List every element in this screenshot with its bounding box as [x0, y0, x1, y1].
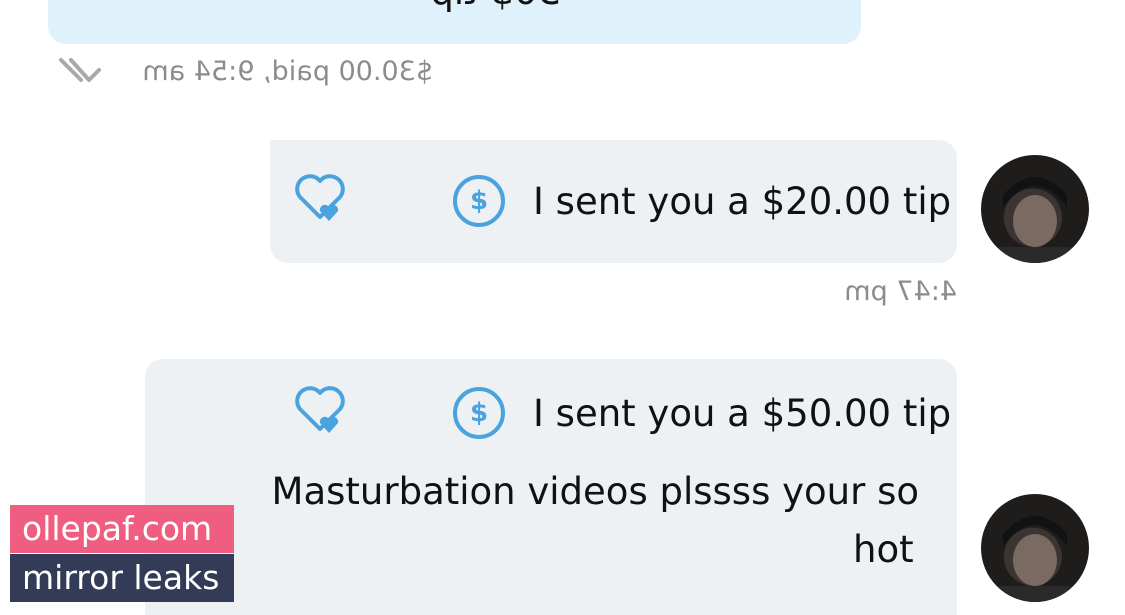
message-bubble-outgoing[interactable]: 50$ tip [48, 0, 861, 44]
dollar-icon: $ [453, 387, 505, 439]
watermark-label: ollepaf.com [10, 505, 234, 553]
tip-text: I sent you a $20.00 tip [533, 179, 952, 223]
message-text-line-2: hot [853, 528, 914, 571]
tip-row: $ I sent you a $20.00 tip [453, 175, 951, 227]
tip-row: $ I sent you a $50.00 tip [453, 387, 951, 439]
heart-icon[interactable] [292, 171, 348, 225]
tip-text: I sent you a $50.00 tip [533, 391, 952, 435]
chat-view: 50$ tip $30.00 paid, 9:54 am $ I sent yo… [0, 0, 1125, 615]
double-check-icon [59, 58, 101, 82]
message-text: 50$ tip [430, 0, 561, 13]
watermark-label: mirror leaks [10, 554, 234, 602]
heart-icon[interactable] [292, 383, 348, 437]
message-meta: $30.00 paid, 9:54 am [142, 56, 433, 87]
tip-message-bubble[interactable]: $ I sent you a $50.00 tip Masturbation v… [145, 359, 957, 615]
avatar[interactable] [981, 155, 1089, 263]
avatar[interactable] [981, 494, 1089, 602]
tip-message-bubble[interactable]: $ I sent you a $20.00 tip [270, 140, 957, 263]
message-text-line-1: Masturbation videos plssss your so [271, 470, 919, 513]
message-time: 4:47 pm [844, 276, 957, 307]
dollar-icon: $ [453, 175, 505, 227]
